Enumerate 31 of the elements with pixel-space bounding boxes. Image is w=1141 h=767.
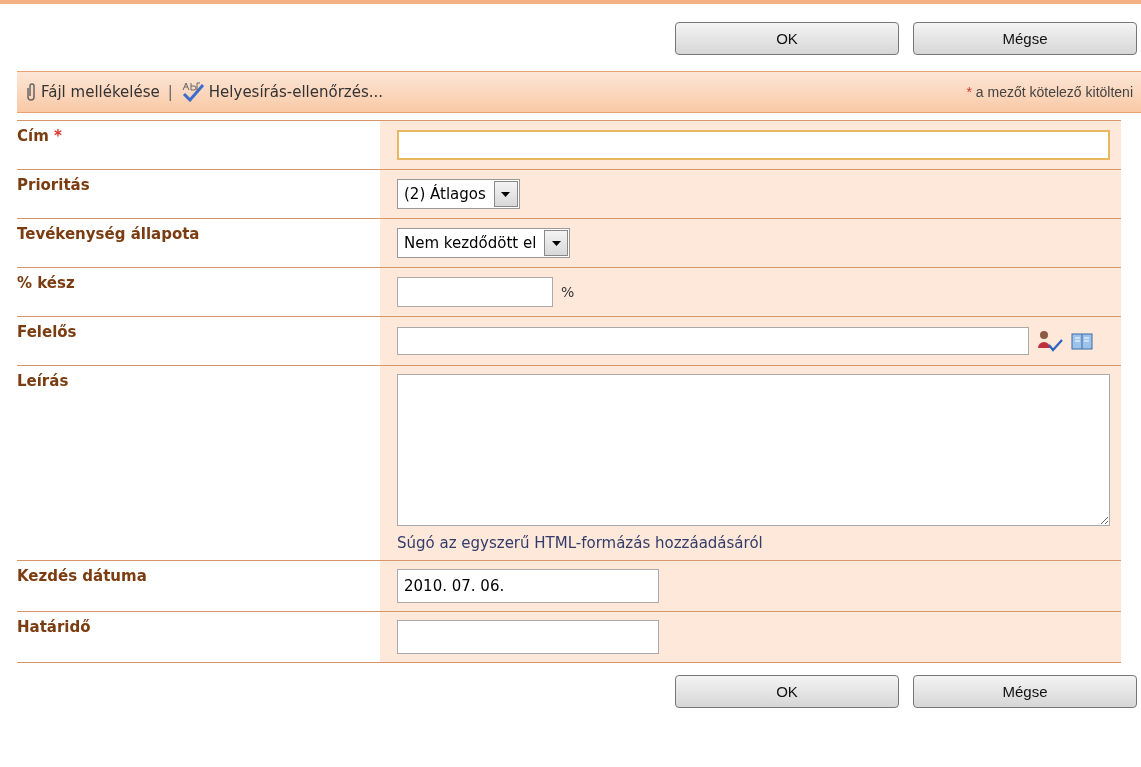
field-label: Tevékenység állapota	[17, 224, 201, 245]
spellcheck-link[interactable]: Helyesírás-ellenőrzés...	[180, 82, 384, 102]
percent-unit: %	[561, 284, 575, 300]
dropdown-arrow-icon	[551, 240, 561, 246]
text-input[interactable]	[397, 130, 1110, 160]
paperclip-icon	[25, 82, 37, 102]
spellcheck-icon	[180, 82, 205, 102]
dropdown-arrow-icon	[501, 191, 511, 197]
address-book-icon[interactable]	[1071, 332, 1093, 350]
ok-button[interactable]: OK	[675, 22, 899, 55]
separator: |	[167, 83, 173, 101]
field-label: Cím *	[17, 126, 63, 147]
field-label: Kezdés dátuma	[17, 566, 148, 587]
cancel-button[interactable]: Mégse	[913, 675, 1137, 708]
cancel-button[interactable]: Mégse	[913, 22, 1137, 55]
required-note: * a mezőt kötelező kitölteni	[966, 84, 1133, 100]
dropdown[interactable]: Nem kezdődött el	[397, 228, 571, 258]
field-label: % kész	[17, 273, 76, 294]
dropdown[interactable]: (2) Átlagos	[397, 179, 520, 209]
attach-file-link[interactable]: Fájl mellékelése	[25, 82, 160, 102]
date-input[interactable]	[397, 620, 659, 654]
field-label: Prioritás	[17, 175, 91, 196]
help-link[interactable]: Súgó az egyszerű HTML-formázás hozzáadásáról	[397, 534, 763, 552]
percent-input[interactable]	[397, 277, 553, 307]
people-input[interactable]	[397, 327, 1029, 355]
date-input[interactable]: 2010. 07. 06.	[397, 569, 659, 603]
field-label: Leírás	[17, 371, 70, 392]
ok-button[interactable]: OK	[675, 675, 899, 708]
field-label: Határidő	[17, 617, 92, 638]
check-names-icon[interactable]	[1037, 330, 1063, 352]
field-label: Felelős	[17, 322, 78, 343]
